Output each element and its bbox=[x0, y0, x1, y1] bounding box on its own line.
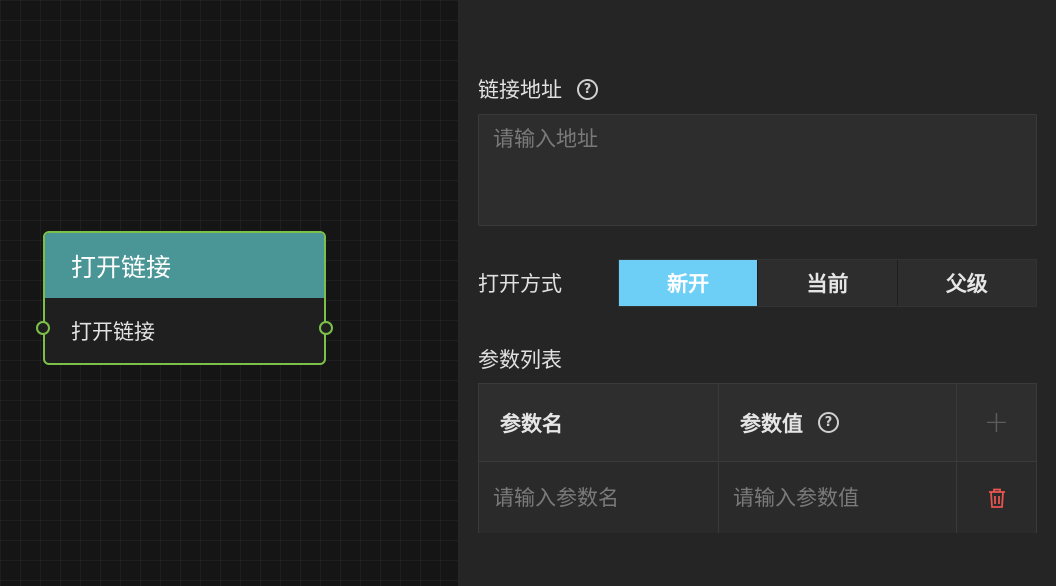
flow-canvas[interactable]: 打开链接 打开链接 bbox=[0, 0, 458, 586]
url-label-row: 链接地址 ? bbox=[478, 74, 598, 104]
open-mode-new-button[interactable]: 新开 bbox=[619, 260, 759, 306]
properties-panel: 链接地址 ? 打开方式 新开 当前 父级 参数列表 参数名 参数值 ? + bbox=[458, 0, 1056, 586]
open-mode-parent-button[interactable]: 父级 bbox=[898, 260, 1036, 306]
param-name-header: 参数名 bbox=[479, 384, 719, 461]
param-value-input[interactable] bbox=[719, 462, 956, 533]
output-port[interactable] bbox=[319, 321, 333, 335]
url-input[interactable] bbox=[478, 114, 1037, 226]
open-link-node[interactable]: 打开链接 打开链接 bbox=[36, 231, 333, 365]
open-mode-label: 打开方式 bbox=[478, 272, 562, 296]
help-circle-icon[interactable]: ? bbox=[818, 412, 839, 433]
open-mode-current-button[interactable]: 当前 bbox=[758, 260, 898, 306]
delete-param-cell bbox=[957, 462, 1036, 533]
node-title: 打开链接 bbox=[45, 233, 324, 298]
url-label: 链接地址 bbox=[478, 78, 562, 102]
param-name-cell bbox=[479, 462, 719, 533]
table-row bbox=[479, 462, 1036, 533]
param-value-header-label: 参数值 bbox=[740, 411, 803, 436]
plus-icon[interactable]: + bbox=[984, 407, 1009, 438]
trash-icon[interactable] bbox=[987, 487, 1007, 509]
open-mode-segmented-control: 新开 当前 父级 bbox=[618, 259, 1037, 307]
param-name-header-label: 参数名 bbox=[500, 411, 563, 436]
add-param-cell: + bbox=[957, 384, 1036, 461]
params-table-header: 参数名 参数值 ? + bbox=[479, 384, 1036, 462]
node-body-label: 打开链接 bbox=[71, 319, 155, 344]
help-circle-icon[interactable]: ? bbox=[577, 78, 598, 100]
params-table: 参数名 参数值 ? + bbox=[478, 383, 1037, 533]
input-port[interactable] bbox=[36, 321, 50, 335]
param-value-header: 参数值 ? bbox=[719, 384, 957, 461]
param-name-input[interactable] bbox=[479, 462, 718, 533]
flow-editor: 打开链接 打开链接 链接地址 ? 打开方式 新开 当前 父级 参数列表 参数名 … bbox=[0, 0, 1056, 586]
params-label: 参数列表 bbox=[478, 348, 562, 372]
param-value-cell bbox=[719, 462, 957, 533]
